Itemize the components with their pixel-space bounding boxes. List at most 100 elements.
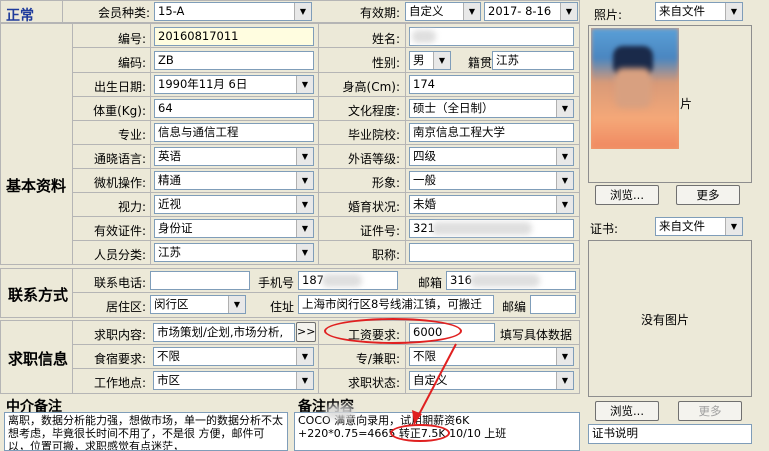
computer-select[interactable]: 精通 ▼: [154, 171, 314, 190]
height-label: 身高(Cm):: [342, 80, 400, 94]
category-select[interactable]: 江苏 ▼: [154, 243, 314, 262]
title-field[interactable]: [409, 243, 574, 262]
marital-select[interactable]: 未婚 ▼: [409, 195, 574, 214]
certificate-more-button[interactable]: 更多: [678, 401, 742, 421]
photo-source-select[interactable]: 来自文件 ▼: [655, 2, 743, 21]
number-label: 编号:: [117, 32, 146, 46]
certificate-source-select[interactable]: 来自文件 ▼: [655, 217, 743, 236]
certificate-label: 证书:: [590, 222, 619, 236]
chevron-down-icon: ▼: [296, 372, 313, 389]
chevron-down-icon: ▼: [296, 220, 313, 237]
validity-date-picker[interactable]: 2017- 8-16 ▼: [484, 2, 578, 21]
chevron-down-icon: ▼: [556, 148, 573, 165]
language-select[interactable]: 英语 ▼: [154, 147, 314, 166]
gender-select[interactable]: 男 ▼: [409, 51, 451, 70]
annotation-arrow: [412, 343, 457, 425]
gender-label: 性别:: [371, 56, 400, 70]
certificate-browse-button[interactable]: 浏览...: [595, 401, 659, 421]
meal-select[interactable]: 不限 ▼: [153, 347, 314, 366]
chevron-down-icon: ▼: [296, 172, 313, 189]
area-select[interactable]: 闵行区 ▼: [150, 295, 246, 314]
chevron-down-icon: ▼: [228, 296, 245, 313]
job-content-field[interactable]: 市场策划/企划,市场分析,: [153, 323, 295, 342]
weight-label: 体重(Kg):: [93, 104, 146, 118]
chevron-down-icon: ▼: [556, 100, 573, 117]
code-field[interactable]: ZB: [154, 51, 314, 70]
email-label: 邮箱: [417, 276, 442, 290]
language-label: 通晓语言:: [93, 152, 146, 166]
chevron-down-icon: ▼: [296, 76, 313, 93]
native-label: 籍贯: [467, 56, 492, 70]
contact-title: 联系方式: [8, 286, 69, 304]
salary-hint: 填写具体数据: [500, 328, 573, 342]
education-label: 文化程度:: [347, 104, 400, 118]
birth-label: 出生日期:: [93, 80, 146, 94]
chevron-down-icon: ▼: [556, 348, 573, 365]
chevron-down-icon: ▼: [556, 196, 573, 213]
image-label: 形象:: [371, 176, 400, 190]
native-field[interactable]: 江苏: [492, 51, 574, 70]
chevron-down-icon: ▼: [296, 196, 313, 213]
vision-label: 视力:: [117, 200, 146, 214]
major-field[interactable]: 信息与通信工程: [154, 123, 314, 142]
chevron-down-icon: ▼: [725, 218, 742, 235]
divider: [62, 0, 63, 23]
job-title: 求职信息: [8, 350, 69, 368]
major-label: 专业:: [117, 128, 146, 142]
photo-browse-button[interactable]: 浏览...: [595, 185, 659, 205]
id-number-label: 证件号:: [359, 224, 400, 238]
birth-date-picker[interactable]: 1990年11月 6日 ▼: [154, 75, 314, 94]
education-select[interactable]: 硕士（全日制） ▼: [409, 99, 574, 118]
location-label: 工作地点:: [93, 376, 146, 390]
agency-notes-textarea[interactable]: 离职，数据分析能力强，想做市场，单一的数据分析不太想考虑，毕竟很长时间不用了，不…: [4, 412, 288, 451]
zip-label: 邮编: [501, 300, 526, 314]
school-label: 毕业院校:: [347, 128, 400, 142]
member-type-label: 会员种类:: [97, 6, 150, 20]
chevron-down-icon: ▼: [463, 3, 480, 20]
validity-select[interactable]: 自定义 ▼: [405, 2, 481, 21]
marital-label: 婚育状况:: [347, 200, 400, 214]
school-field[interactable]: 南京信息工程大学: [409, 123, 574, 142]
chevron-down-icon: ▼: [556, 372, 573, 389]
vision-select[interactable]: 近视 ▼: [154, 195, 314, 214]
category-label: 人员分类:: [93, 248, 146, 262]
chevron-down-icon: ▼: [296, 148, 313, 165]
area-label: 居住区:: [105, 300, 146, 314]
code-label: 编码:: [117, 56, 146, 70]
foreign-level-select[interactable]: 四级 ▼: [409, 147, 574, 166]
parttime-label: 专/兼职:: [355, 352, 400, 366]
certificate-desc-field[interactable]: 证书说明: [588, 424, 752, 444]
job-content-label: 求职内容:: [93, 328, 146, 342]
certificate-no-image-text: 没有图片: [641, 313, 690, 327]
chevron-down-icon: ▼: [556, 172, 573, 189]
job-status-label: 求职状态:: [347, 376, 400, 390]
photo-label: 照片:: [594, 8, 623, 22]
title-label: 职称:: [371, 248, 400, 262]
phone-field[interactable]: [150, 271, 250, 290]
image-select[interactable]: 一般 ▼: [409, 171, 574, 190]
address-label: 住址: [269, 300, 294, 314]
id-type-select[interactable]: 身份证 ▼: [154, 219, 314, 238]
basic-info-title: 基本资料: [6, 177, 67, 195]
computer-label: 微机操作:: [93, 176, 146, 190]
mobile-label: 手机号: [257, 276, 294, 290]
chevron-down-icon: ▼: [296, 348, 313, 365]
job-content-more-button[interactable]: >>: [296, 322, 316, 342]
zip-field[interactable]: [530, 295, 576, 314]
chevron-down-icon: ▼: [560, 3, 577, 20]
member-type-select[interactable]: 15-A ▼: [154, 2, 312, 21]
chevron-down-icon: ▼: [296, 244, 313, 261]
number-field[interactable]: 20160817011: [154, 27, 314, 46]
photo-more-button[interactable]: 更多: [676, 185, 740, 205]
location-select[interactable]: 市区 ▼: [153, 371, 314, 390]
chevron-down-icon: ▼: [294, 3, 311, 20]
chevron-down-icon: ▼: [725, 3, 742, 20]
phone-label: 联系电话:: [93, 276, 146, 290]
address-field[interactable]: 上海市闵行区8号线浦江镇，可搬迁: [298, 295, 494, 314]
weight-field[interactable]: 64: [154, 99, 314, 118]
height-field[interactable]: 174: [409, 75, 574, 94]
validity-label: 有效期:: [359, 6, 400, 20]
chevron-down-icon: ▼: [433, 52, 450, 69]
name-label: 姓名:: [371, 32, 400, 46]
photo-image: [591, 28, 679, 149]
